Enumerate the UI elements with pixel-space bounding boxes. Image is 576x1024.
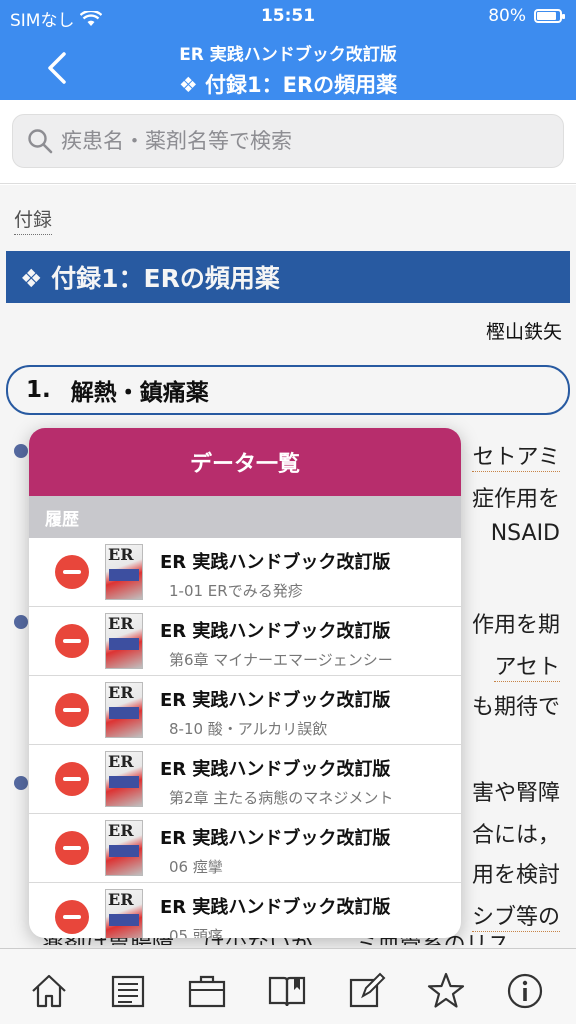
delete-icon[interactable]	[55, 762, 89, 796]
search-area	[0, 100, 576, 184]
star-icon	[427, 972, 465, 1008]
delete-icon[interactable]	[55, 900, 89, 934]
data-list-popover: データ一覧 履歴 ER ER 実践ハンドブック改訂版 1-01 ERでみる発疹 …	[29, 428, 461, 938]
home-icon	[32, 974, 66, 1008]
history-item[interactable]: ER ER 実践ハンドブック改訂版 8-10 酸・アルカリ誤飲	[29, 676, 461, 745]
status-bar: SIMなし 15:51 80%	[0, 0, 576, 34]
history-item-chapter: 第2章 主たる病態のマネジメント	[169, 789, 394, 807]
book-cover-icon: ER	[105, 613, 143, 669]
popover-title: データ一覧	[29, 428, 461, 496]
delete-icon[interactable]	[55, 693, 89, 727]
book-cover-icon: ER	[105, 682, 143, 738]
list-icon	[111, 975, 145, 1008]
history-item[interactable]: ER ER 実践ハンドブック改訂版 第2章 主たる病態のマネジメント	[29, 745, 461, 814]
nav-title: ER 実践ハンドブック改訂版 ❖ 付録1：ERの頻用薬	[0, 40, 576, 99]
tab-info[interactable]	[505, 971, 545, 1011]
history-item[interactable]: ER ER 実践ハンドブック改訂版 第6章 マイナーエマージェンシー	[29, 607, 461, 676]
info-icon	[507, 973, 543, 1009]
top-bar: SIMなし 15:51 80% ER 実践ハンドブック改訂版 ❖ 付録1：ERの…	[0, 0, 576, 100]
history-item-title: ER 実践ハンドブック改訂版	[160, 690, 391, 711]
delete-icon[interactable]	[55, 555, 89, 589]
battery-percent: 80%	[488, 6, 526, 26]
history-item[interactable]: ER ER 実践ハンドブック改訂版 05 頭痛	[29, 883, 461, 938]
history-item-chapter: 8-10 酸・アルカリ誤飲	[169, 720, 328, 738]
tab-book[interactable]	[267, 971, 307, 1011]
delete-icon[interactable]	[55, 831, 89, 865]
search-input[interactable]	[61, 129, 541, 153]
tab-contents[interactable]	[108, 971, 148, 1011]
tab-home[interactable]	[29, 971, 69, 1011]
tab-bar	[0, 948, 576, 1024]
tab-memo[interactable]	[347, 971, 387, 1011]
search-bar[interactable]	[12, 114, 564, 168]
battery: 80%	[488, 6, 565, 26]
nav-page-title: ❖ 付録1：ERの頻用薬	[178, 73, 398, 97]
history-item[interactable]: ER ER 実践ハンドブック改訂版 06 痙攣	[29, 814, 461, 883]
book-icon	[268, 976, 306, 1007]
history-section-header: 履歴	[29, 496, 461, 538]
history-item-title: ER 実践ハンドブック改訂版	[160, 552, 391, 573]
history-item-title: ER 実践ハンドブック改訂版	[160, 897, 391, 918]
book-cover-icon: ER	[105, 751, 143, 807]
book-cover-icon: ER	[105, 889, 143, 938]
history-item[interactable]: ER ER 実践ハンドブック改訂版 1-01 ERでみる発疹	[29, 538, 461, 607]
edit-icon	[349, 972, 386, 1008]
delete-icon[interactable]	[55, 624, 89, 658]
nav-book-title: ER 実践ハンドブック改訂版	[179, 45, 397, 65]
book-cover-icon: ER	[105, 820, 143, 876]
search-icon	[28, 129, 53, 154]
tab-favorites[interactable]	[426, 971, 466, 1011]
history-item-chapter: 06 痙攣	[169, 858, 223, 876]
tab-data[interactable]	[187, 971, 227, 1011]
history-item-title: ER 実践ハンドブック改訂版	[160, 828, 391, 849]
history-item-chapter: 05 頭痛	[169, 927, 223, 938]
briefcase-icon	[188, 975, 226, 1008]
history-item-chapter: 第6章 マイナーエマージェンシー	[169, 651, 393, 669]
history-item-title: ER 実践ハンドブック改訂版	[160, 621, 391, 642]
book-cover-icon: ER	[105, 544, 143, 600]
history-item-title: ER 実践ハンドブック改訂版	[160, 759, 391, 780]
battery-icon	[534, 9, 565, 23]
history-item-chapter: 1-01 ERでみる発疹	[169, 582, 303, 600]
